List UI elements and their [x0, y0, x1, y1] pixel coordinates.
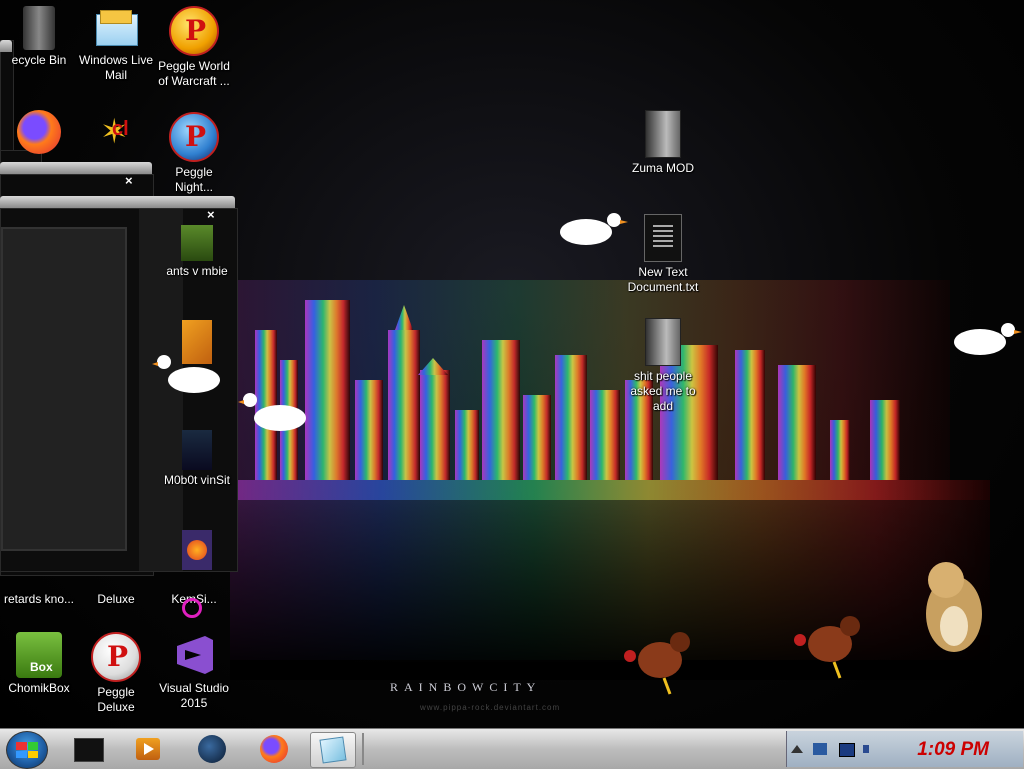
desktop-icon-label: shit people asked me to add: [630, 369, 696, 413]
text-document-icon: [644, 214, 682, 262]
desktop-icon-label: Zuma MOD: [631, 161, 694, 175]
desktop-icon-label: Visual Studio 2015: [159, 681, 229, 710]
peggle-nights-icon: P: [169, 112, 219, 162]
notepad-icon: [319, 736, 347, 764]
turkey-icon[interactable]: [788, 610, 868, 680]
desktop-icon-label: Peggle Night...: [174, 165, 213, 194]
peggle-icon: P: [169, 6, 219, 56]
mail-icon: [94, 6, 138, 50]
pink-ring-cursor-icon: [182, 598, 202, 618]
globe-icon: [198, 735, 226, 763]
taskbar-globe-button[interactable]: [190, 732, 234, 766]
desktop-icon-windows-live-mail[interactable]: Windows Live Mail: [77, 6, 155, 83]
desktop-icon-flash[interactable]: ✶ cl: [77, 110, 155, 157]
wallpaper-subcaption: www.pippa-rock.deviantart.com: [420, 703, 561, 712]
taskbar-clock[interactable]: 1:09 PM: [917, 739, 989, 761]
desktop-icon-label: ChomikBox: [8, 681, 70, 695]
taskbar-terminal-button[interactable]: [66, 732, 110, 766]
desktop-icon-plants-vs-zombies[interactable]: ants v mbie: [158, 225, 236, 279]
hamster-icon[interactable]: [906, 556, 986, 656]
desktop-icon-recycle-bin[interactable]: ecycle Bin: [0, 6, 78, 68]
desktop-icon-shit-people-asked[interactable]: shit people asked me to add: [624, 318, 702, 414]
desktop-icon-label: Windows Live Mail: [78, 53, 154, 82]
desktop-icon-retards-know[interactable]: retards kno...: [0, 592, 78, 607]
peggle-deluxe-icon: P: [91, 632, 141, 682]
desktop-icon-deluxe[interactable]: Deluxe: [77, 592, 155, 607]
firefox-icon: [17, 110, 61, 154]
turkey-icon[interactable]: [618, 626, 698, 696]
desktop-icon-peggle-deluxe[interactable]: P Peggle Deluxe: [77, 632, 155, 715]
terminal-icon: [74, 738, 104, 762]
taskbar-firefox-button[interactable]: [252, 732, 296, 766]
plants-zombies-icon: [181, 225, 213, 261]
desktop-icon-new-text-document[interactable]: New Text Document.txt: [624, 214, 702, 295]
volume-icon[interactable]: [863, 743, 877, 755]
desktop-icon-zuma-mod[interactable]: Zuma MOD: [624, 110, 702, 176]
taskbar-separator: [362, 733, 364, 765]
firefox-document-icon: [182, 530, 212, 570]
media-player-icon: [136, 738, 160, 760]
desktop-icon-label: Peggle Deluxe: [97, 685, 135, 714]
start-button[interactable]: [6, 731, 48, 769]
desktop-icon-chomikbox[interactable]: Box ChomikBox: [0, 632, 78, 696]
windows-logo-icon: [16, 742, 38, 758]
desktop-icon-firefox-doc[interactable]: [158, 530, 236, 573]
desktop-icon-peggle-nights[interactable]: P Peggle Night...: [155, 112, 233, 195]
system-tray: 1:09 PM: [786, 731, 1023, 767]
desktop-icon-peggle-wow[interactable]: P Peggle World of Warcraft ...: [155, 6, 233, 89]
desktop-icon-label: Deluxe: [97, 592, 135, 606]
goose-icon[interactable]: [238, 388, 308, 438]
window-3-close-icon[interactable]: ×: [125, 174, 133, 187]
dark-app-icon: [182, 430, 212, 470]
recycle-bin-icon: [23, 6, 55, 50]
wallpaper-caption: RAINBOWCITY: [390, 680, 542, 694]
goose-icon[interactable]: [558, 208, 628, 252]
star-app-icon: ✶ cl: [100, 113, 129, 151]
main-window-close-icon[interactable]: ×: [207, 208, 215, 221]
desktop-icon-label: retards kno...: [3, 592, 75, 606]
desktop-icon-label: Peggle World of Warcraft ...: [158, 59, 230, 88]
visual-studio-icon: [171, 632, 217, 678]
desktop-icon-firefox-1[interactable]: [0, 110, 78, 157]
taskbar: 1:09 PM: [0, 728, 1024, 769]
desktop-icon-label: New Text Document.txt: [627, 265, 699, 294]
goose-icon[interactable]: [152, 350, 222, 400]
folder-icon: [645, 318, 681, 366]
desktop-icon-label: ants v mbie: [166, 264, 228, 278]
taskbar-notepad-button[interactable]: [310, 732, 356, 768]
desktop-icon-label: ecycle Bin: [11, 53, 67, 67]
folder-icon: [645, 110, 681, 158]
desktop-icon-visual-studio[interactable]: Visual Studio 2015: [155, 632, 233, 711]
network-icon[interactable]: [813, 743, 827, 755]
main-window-titlebar[interactable]: [0, 196, 235, 208]
desktop-icon-label: M0b0t vinSit: [163, 473, 231, 487]
taskbar-media-player-button[interactable]: [126, 732, 170, 766]
chomikbox-icon: Box: [16, 632, 62, 678]
firefox-icon: [260, 735, 288, 763]
main-window-content-pane: [1, 227, 127, 551]
display-icon[interactable]: [839, 743, 855, 757]
desktop-icon-m0b0t[interactable]: M0b0t vinSit: [158, 430, 236, 488]
show-hidden-icons-icon[interactable]: [791, 743, 805, 755]
goose-icon[interactable]: [952, 318, 1022, 362]
